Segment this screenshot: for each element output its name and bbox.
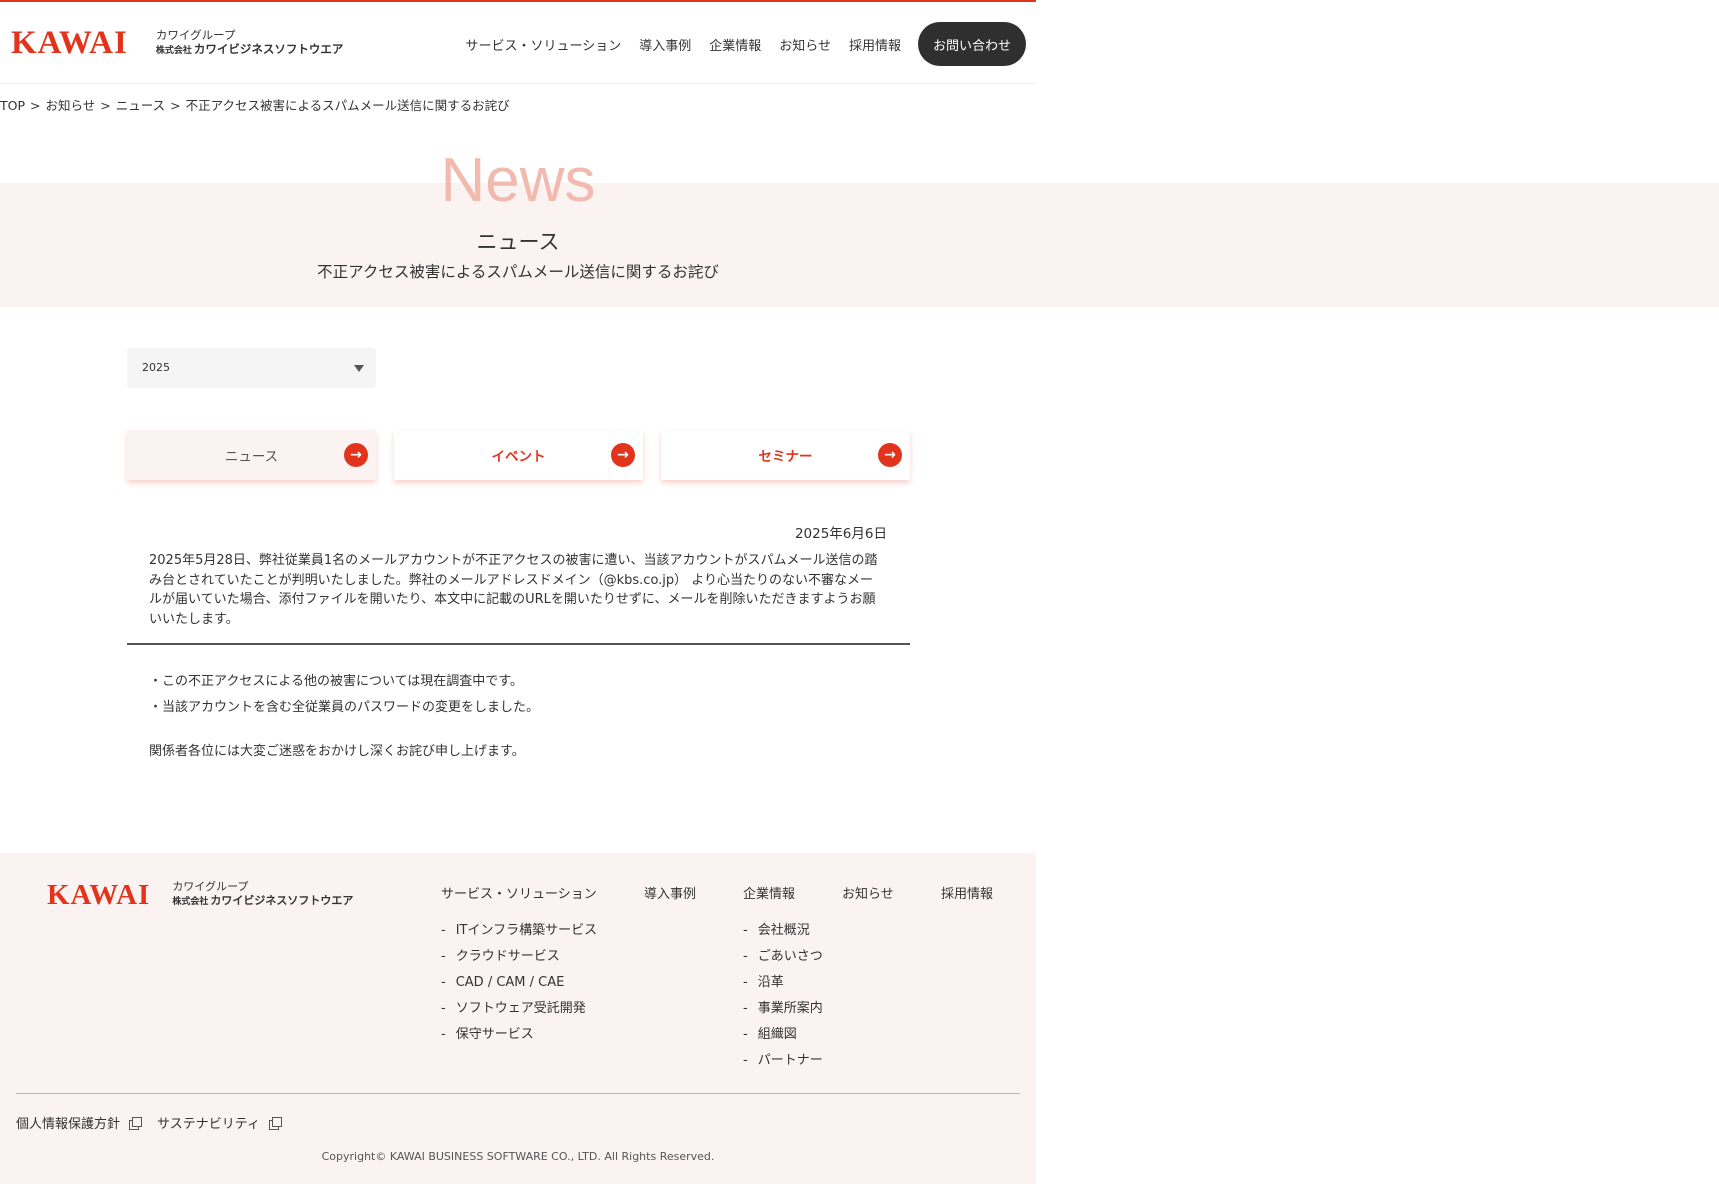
footer-heading-services[interactable]: サービス・ソリューション bbox=[441, 883, 597, 902]
logo-wordmark: KAWAI bbox=[47, 878, 151, 911]
sustainability-label: サステナビリティ bbox=[157, 1117, 260, 1132]
footer-link[interactable]: 沿革 bbox=[743, 970, 823, 996]
footer-divider bbox=[16, 1093, 1020, 1094]
arrow-right-icon: → bbox=[611, 443, 635, 467]
copyright: Copyright© KAWAI BUSINESS SOFTWARE CO., … bbox=[321, 1150, 715, 1163]
logo-company-label: カワイビジネスソフトウエア bbox=[210, 894, 354, 907]
footer-link[interactable]: ごあいさつ bbox=[743, 944, 823, 970]
footer-list-services: ITインフラ構築サービス クラウドサービス CAD / CAM / CAE ソフ… bbox=[441, 918, 597, 1048]
category-tab-event[interactable]: イベント → bbox=[394, 430, 643, 480]
privacy-policy-link[interactable]: 個人情報保護方針 bbox=[16, 1113, 143, 1132]
category-tabs: ニュース → イベント → セミナー → bbox=[127, 430, 910, 480]
post-note: ・当該アカウントを含む全従業員のパスワードの変更をしました。 bbox=[149, 700, 540, 715]
article-title: 不正アクセス被害によるスパムメール送信に関するお詫び bbox=[317, 263, 719, 281]
logo-group-name: カワイグループ bbox=[155, 28, 236, 42]
footer-bottom-links: 個人情報保護方針 サステナビリティ bbox=[16, 1113, 297, 1132]
privacy-policy-label: 個人情報保護方針 bbox=[16, 1117, 121, 1132]
logo-subtitle: カワイグループ 株式会社 カワイビジネスソフトウエア bbox=[156, 28, 344, 58]
logo-group-name: カワイグループ bbox=[172, 880, 249, 893]
post-note: ・この不正アクセスによる他の被害については現在調査中です。 bbox=[149, 674, 524, 689]
post-body: 2025年5月28日、弊社従業員1名のメールアカウントが不正アクセスの被害に遭い… bbox=[149, 553, 878, 627]
footer-link[interactable]: CAD / CAM / CAE bbox=[441, 970, 597, 996]
footer-col-company: 企業情報 会社概況 ごあいさつ 沿革 事業所案内 組織図 パートナー bbox=[743, 883, 823, 1074]
nav-news[interactable]: お知らせ bbox=[779, 35, 831, 54]
external-link-icon bbox=[268, 1116, 282, 1130]
breadcrumb-current: 不正アクセス被害によるスパムメール送信に関するお詫び bbox=[185, 98, 510, 113]
external-link-icon bbox=[129, 1116, 143, 1130]
footer-link[interactable]: ソフトウェア受託開発 bbox=[441, 996, 597, 1022]
logo-company-prefix: 株式会社 bbox=[155, 46, 192, 56]
footer-link[interactable]: パートナー bbox=[743, 1048, 823, 1074]
site-footer: KAWAI カワイグループ 株式会社 カワイビジネスソフトウエア サービス・ソリュ… bbox=[0, 853, 1036, 1184]
category-tab-news[interactable]: ニュース → bbox=[127, 430, 376, 480]
footer-col-cases: 導入事例 bbox=[644, 883, 696, 902]
global-nav: サービス・ソリューション 導入事例 企業情報 お知らせ 採用情報 お問い合わせ bbox=[447, 22, 1026, 66]
logo-wordmark: KAWAI bbox=[11, 25, 128, 61]
footer-link[interactable]: クラウドサービス bbox=[441, 944, 597, 970]
footer-heading-cases[interactable]: 導入事例 bbox=[644, 883, 696, 902]
category-tab-label: ニュース bbox=[224, 449, 279, 465]
post-divider bbox=[127, 643, 910, 645]
footer-heading-company[interactable]: 企業情報 bbox=[743, 883, 823, 902]
sustainability-link[interactable]: サステナビリティ bbox=[157, 1113, 282, 1132]
hero-japanese-title: ニュース bbox=[476, 230, 560, 254]
footer-link[interactable]: ITインフラ構築サービス bbox=[441, 918, 597, 944]
footer-heading-recruit[interactable]: 採用情報 bbox=[941, 883, 993, 902]
nav-services[interactable]: サービス・ソリューション bbox=[465, 35, 621, 54]
category-tab-label: セミナー bbox=[758, 449, 813, 465]
nav-case-studies[interactable]: 導入事例 bbox=[639, 35, 691, 54]
arrow-right-icon: → bbox=[344, 443, 368, 467]
logo-company-label: カワイビジネスソフトウエア bbox=[193, 42, 344, 56]
category-tab-seminar[interactable]: セミナー → bbox=[661, 430, 910, 480]
post-closing: 関係者各位には大変ご迷惑をおかけし深くお詫び申し上げます。 bbox=[149, 744, 525, 759]
dropdown-triangle-icon bbox=[354, 365, 364, 372]
footer-col-recruit: 採用情報 bbox=[941, 883, 993, 902]
year-select-value: 2025 bbox=[142, 361, 170, 374]
breadcrumb-news-category[interactable]: ニュース bbox=[116, 98, 165, 113]
breadcrumb: TOP > お知らせ > ニュース > 不正アクセス被害によるスパムメール送信に関するお詫び bbox=[0, 95, 510, 114]
footer-col-services: サービス・ソリューション ITインフラ構築サービス クラウドサービス CAD /… bbox=[441, 883, 597, 1048]
breadcrumb-separator: > bbox=[170, 98, 181, 113]
year-select[interactable]: 2025 bbox=[127, 348, 376, 388]
breadcrumb-separator: > bbox=[30, 98, 41, 113]
arrow-right-icon: → bbox=[878, 443, 902, 467]
footer-logo[interactable]: KAWAI カワイグループ 株式会社 カワイビジネスソフトウエア bbox=[47, 880, 353, 909]
breadcrumb-separator: > bbox=[100, 98, 111, 113]
post-date: 2025年6月6日 bbox=[794, 526, 887, 542]
footer-link[interactable]: 会社概況 bbox=[743, 918, 823, 944]
site-header: KAWAI カワイグループ 株式会社 カワイビジネスソフトウエア サービス・ソリュ… bbox=[0, 2, 1036, 84]
breadcrumb-news[interactable]: お知らせ bbox=[46, 98, 96, 113]
contact-button[interactable]: お問い合わせ bbox=[918, 22, 1026, 66]
logo-subtitle: カワイグループ 株式会社 カワイビジネスソフトウエア bbox=[172, 880, 353, 909]
logo-company-name: 株式会社 カワイビジネスソフトウエア bbox=[172, 894, 353, 909]
footer-col-news: お知らせ bbox=[842, 883, 894, 902]
logo-company-name: 株式会社 カワイビジネスソフトウエア bbox=[156, 42, 344, 58]
header-logo[interactable]: KAWAI カワイグループ 株式会社 カワイビジネスソフトウエア bbox=[11, 25, 344, 61]
footer-list-company: 会社概況 ごあいさつ 沿革 事業所案内 組織図 パートナー bbox=[743, 918, 823, 1074]
logo-company-prefix: 株式会社 bbox=[172, 897, 209, 907]
category-tab-label: イベント bbox=[491, 449, 546, 465]
nav-recruit[interactable]: 採用情報 bbox=[849, 35, 901, 54]
footer-link[interactable]: 事業所案内 bbox=[743, 996, 823, 1022]
hero-english-title: News bbox=[440, 146, 596, 215]
footer-link[interactable]: 保守サービス bbox=[441, 1022, 597, 1048]
footer-heading-news[interactable]: お知らせ bbox=[842, 883, 894, 902]
breadcrumb-top[interactable]: TOP bbox=[0, 98, 25, 113]
nav-company[interactable]: 企業情報 bbox=[709, 35, 761, 54]
footer-link[interactable]: 組織図 bbox=[743, 1022, 823, 1048]
